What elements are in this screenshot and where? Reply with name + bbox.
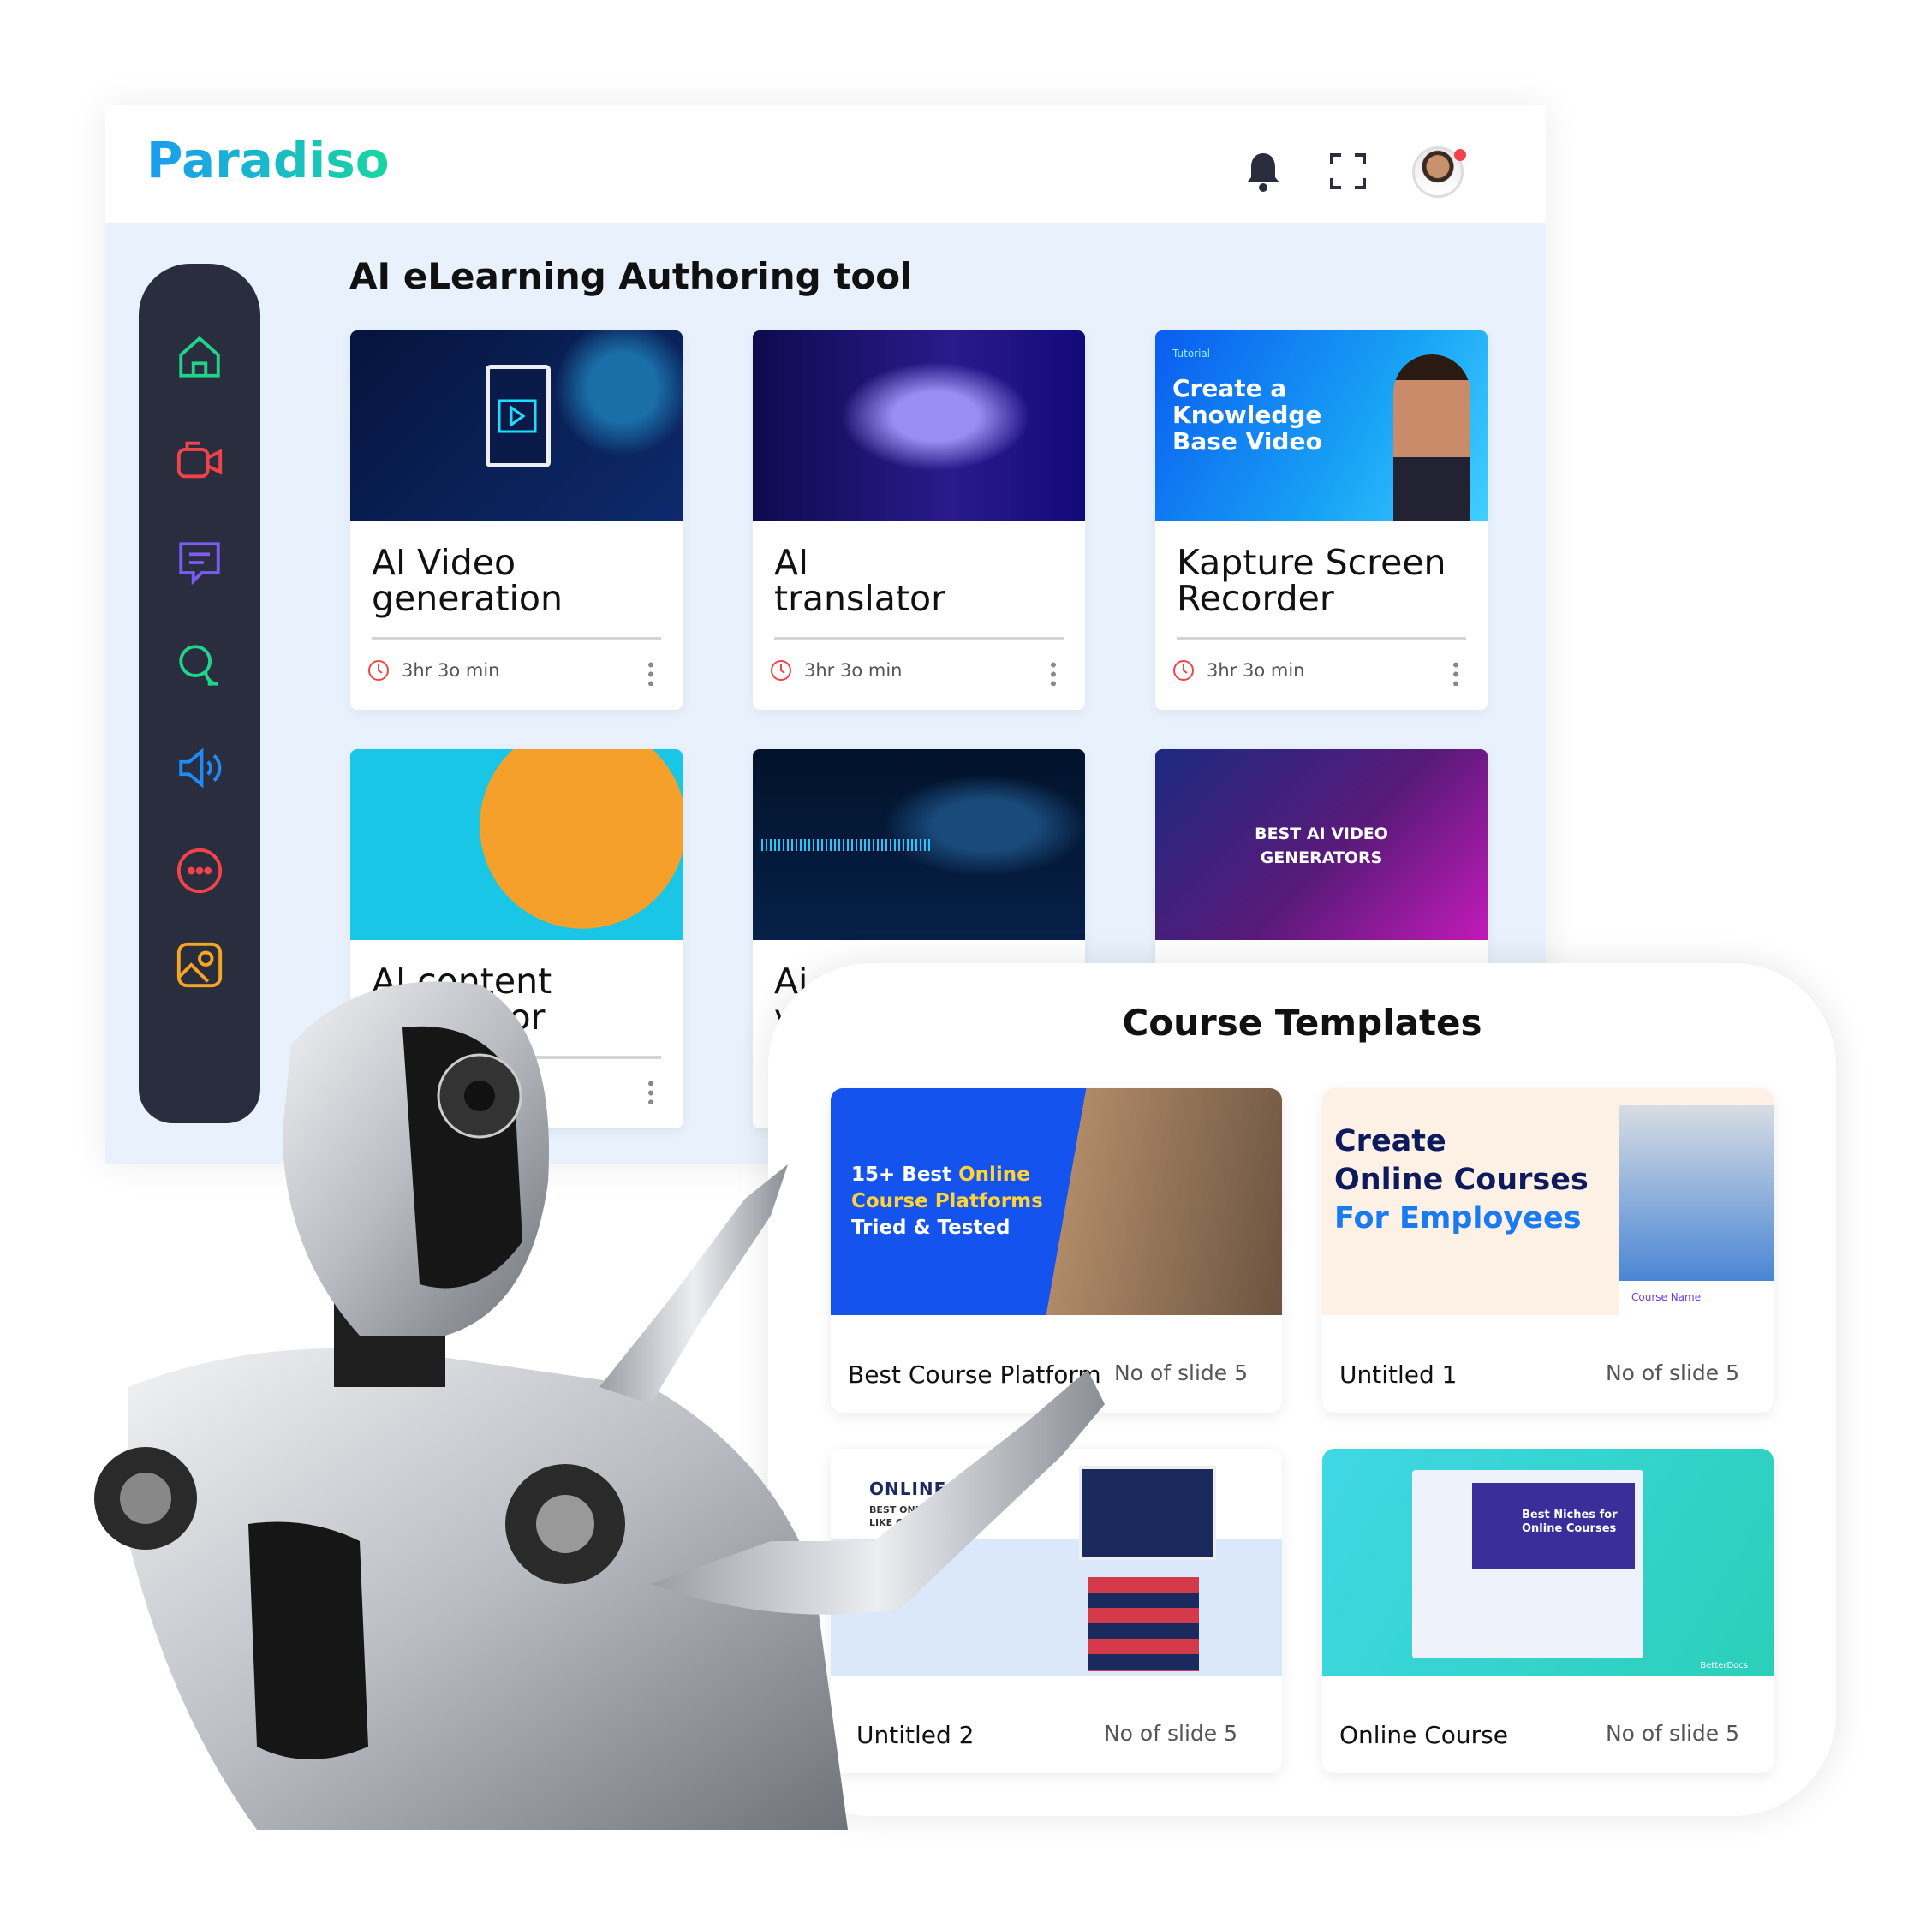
slide-count: No of slide 5 (1103, 1721, 1237, 1746)
thumb-text: BEST ONLINE LEARNIN (869, 1504, 989, 1515)
thumb-text: Online Courses (1522, 1522, 1617, 1535)
template-card[interactable]: ONLINE COUR BEST ONLINE LEARNIN LIKE COU… (831, 1449, 1282, 1773)
template-thumbnail: 15+ Best Online Course Platforms Tried &… (831, 1088, 1282, 1315)
card-duration: 3hr 3o min (402, 660, 500, 681)
image-icon[interactable] (175, 940, 224, 990)
template-card[interactable]: 15+ Best Online Course Platforms Tried &… (831, 1088, 1282, 1413)
thumb-text: Create (1334, 1124, 1446, 1158)
chat-bubbles-icon[interactable] (175, 640, 224, 690)
speaker-icon[interactable] (175, 743, 224, 793)
clock-icon (368, 660, 389, 681)
avatar[interactable] (1412, 146, 1466, 198)
template-thumbnail: Best Niches for Online Courses BetterDocs (1322, 1449, 1774, 1676)
course-card[interactable]: AI Video generation 3hr 3o min (350, 330, 683, 710)
course-card[interactable]: AI content generator (350, 749, 683, 1128)
more-options-icon[interactable] (1051, 660, 1056, 686)
thumb-text: ONLINE COUR (869, 1479, 1011, 1499)
card-thumbnail (350, 749, 683, 940)
thumb-text: 15+ Best (851, 1164, 959, 1186)
card-duration: 3hr 3o min (804, 660, 903, 681)
more-options-icon[interactable] (648, 660, 653, 686)
thumb-tag: Course Name (1619, 1281, 1774, 1315)
template-thumbnail: ONLINE COUR BEST ONLINE LEARNIN LIKE COU… (831, 1449, 1282, 1676)
fullscreen-icon[interactable] (1330, 153, 1366, 189)
template-card[interactable]: Create Online Courses For Employees Cour… (1322, 1088, 1774, 1413)
thumb-text: Create a Knowledge Base Video (1172, 374, 1322, 455)
card-title: AI translator (774, 542, 945, 619)
card-thumbnail (753, 330, 1085, 521)
card-duration: 3hr 3o min (1207, 660, 1305, 681)
page-title: AI eLearning Authoring tool (349, 255, 913, 297)
home-icon[interactable] (175, 332, 224, 382)
course-card[interactable]: Tutorial Create a Knowledge Base Video K… (1155, 330, 1488, 710)
template-name: Untitled 2 (856, 1721, 975, 1749)
card-title: AI Video generation (372, 542, 563, 619)
progress-line (372, 637, 661, 640)
card-title: AI content generator (372, 961, 552, 1038)
template-name: Untitled 1 (1339, 1360, 1458, 1389)
more-chat-icon[interactable] (175, 846, 224, 896)
card-thumbnail: Tutorial Create a Knowledge Base Video (1155, 330, 1488, 521)
card-title: Kapture Screen Recorder (1177, 542, 1446, 619)
logo: Paradiso (146, 131, 390, 189)
clock-icon (771, 660, 791, 681)
bell-icon[interactable] (1244, 150, 1282, 193)
thumb-text: Course Platforms (851, 1190, 1043, 1212)
document-chat-icon[interactable] (175, 538, 224, 587)
card-thumbnail (350, 330, 683, 521)
progress-line (774, 637, 1064, 640)
video-camera-icon[interactable] (175, 435, 224, 485)
header: Paradiso (105, 105, 1546, 223)
more-options-icon[interactable] (648, 1079, 653, 1104)
progress-line (1177, 637, 1466, 640)
thumb-text: Online Courses (1334, 1163, 1589, 1197)
card-thumbnail (753, 749, 1085, 940)
thumb-text: For Employees (1334, 1201, 1582, 1235)
thumb-brand: BetterDocs (1700, 1661, 1748, 1670)
template-card[interactable]: Best Niches for Online Courses BetterDocs… (1322, 1449, 1774, 1773)
sidebar (139, 264, 260, 1123)
card-thumbnail: BEST AI VIDEO GENERATORS (1155, 749, 1488, 940)
thumb-text: Best Niches for (1522, 1509, 1618, 1521)
more-options-icon[interactable] (1453, 660, 1458, 686)
template-thumbnail: Create Online Courses For Employees Cour… (1322, 1088, 1774, 1315)
course-templates-panel: Course Templates 15+ Best Online Course … (768, 963, 1836, 1816)
thumb-tag: Tutorial (1172, 348, 1211, 360)
play-icon (498, 399, 537, 433)
thumb-text: LIKE COURSERA (869, 1517, 954, 1528)
course-card[interactable]: AI translator 3hr 3o min (753, 330, 1085, 710)
slide-count: No of slide 5 (1605, 1360, 1739, 1385)
slide-count: No of slide 5 (1113, 1360, 1248, 1385)
thumb-text: BEST AI VIDEO GENERATORS (1255, 825, 1388, 867)
clock-icon (1173, 660, 1194, 681)
panel-title: Course Templates (1122, 1002, 1482, 1044)
notification-dot (1454, 149, 1466, 161)
thumb-text: Online (958, 1164, 1030, 1186)
progress-line (372, 1056, 661, 1059)
template-name: Online Course (1339, 1721, 1508, 1749)
template-name: Best Course Platform (848, 1360, 1101, 1389)
slide-count: No of slide 5 (1605, 1721, 1739, 1746)
thumb-text: Tried & Tested (851, 1217, 1011, 1239)
